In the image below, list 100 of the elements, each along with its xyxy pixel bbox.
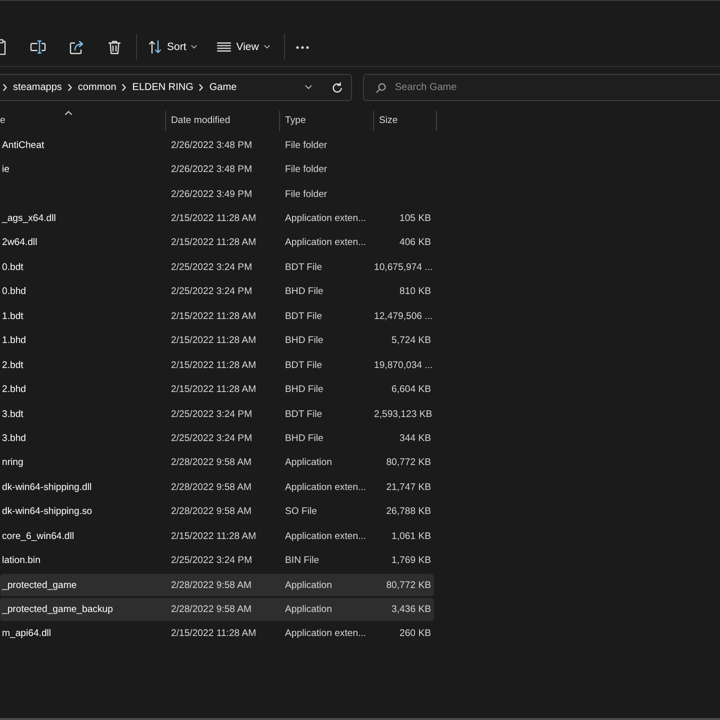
chevron-down-icon (191, 45, 198, 49)
refresh-icon (332, 82, 342, 94)
file-row[interactable]: AntiCheat 2/26/2022 3:48 PM File folder (0, 134, 434, 156)
column-header[interactable]: Date modified (166, 110, 280, 130)
more-icon (296, 46, 310, 48)
file-row[interactable]: 1.bdt 2/15/2022 11:28 AM BDT File 12,479,506 ... (0, 305, 434, 328)
file-name: 3.bdt (1, 408, 24, 420)
breadcrumb[interactable]: steamapps (13, 78, 62, 98)
file-name: _ags_x64.dll (0, 213, 57, 224)
file-size-cell-text: 260 KB (398, 628, 432, 640)
search-field[interactable]: Search Game (363, 74, 720, 101)
file-type-cell-text: BHD File (284, 432, 324, 444)
file-row[interactable]: dk-win64-shipping.so 2/28/2022 9:58 AM SO File 26,788 KB (0, 500, 434, 523)
file-type-cell-text: Application exten... (284, 530, 368, 542)
file-row[interactable]: 2w64.dll 2/15/2022 11:28 AM Application exten... 406 KB (0, 232, 434, 254)
file-name: dk-win64-shipping.so (1, 506, 94, 518)
chevron-down-icon (264, 45, 270, 49)
file-name: 2.bhd (1, 384, 28, 396)
file-type-cell-text: Application exten... (284, 237, 368, 248)
date-modified-cell-text: 2/15/2022 11:28 AM (170, 310, 258, 322)
chevron-down-icon (304, 85, 312, 90)
date-modified-cell-text: 2/25/2022 3:24 PM (170, 432, 254, 444)
file-type-cell-text: BHD File (284, 286, 324, 298)
file-type-cell-text: File folder (284, 188, 328, 200)
file-size-cell-text: 105 KB (398, 213, 432, 224)
file-row[interactable]: dk-win64-shipping.dll 2/28/2022 9:58 AM Application exten... 21,747 KB (0, 476, 434, 499)
trash-icon (108, 40, 120, 54)
file-size-cell-text: 3,436 KB (390, 604, 432, 616)
column-header[interactable]: Size (374, 110, 437, 130)
view-button[interactable]: View (210, 31, 277, 63)
file-type-cell-text: Application (284, 580, 333, 591)
file-size-cell-text: 5,724 KB (390, 335, 432, 346)
file-row[interactable]: core_6_win64.dll 2/15/2022 11:28 AM Application exten... 1,061 KB (0, 525, 434, 548)
date-modified-cell-text: 2/15/2022 11:28 AM (170, 237, 258, 248)
file-name: 1.bhd (1, 335, 28, 346)
chevron-right-icon (122, 84, 126, 91)
file-type-cell-text: File folder (284, 140, 328, 151)
date-modified-cell-text: 2/28/2022 9:58 AM (170, 604, 253, 616)
file-row[interactable]: m_api64.dll 2/15/2022 11:28 AM Application exten... 260 KB (0, 622, 434, 646)
file-name: 1.bdt (1, 310, 24, 322)
date-modified-cell-text: 2/15/2022 11:28 AM (170, 360, 258, 371)
chevron-right-icon (199, 84, 204, 91)
file-size-cell-text: 344 KB (398, 432, 432, 444)
file-name: nring (1, 457, 24, 468)
search-icon (376, 82, 386, 92)
breadcrumb[interactable]: ELDEN RING (132, 78, 194, 98)
breadcrumb[interactable]: Game (209, 78, 237, 98)
rename-icon (30, 40, 46, 54)
file-row[interactable]: 0.bdt 2/25/2022 3:24 PM BDT File 10,675,974 ... (0, 256, 434, 279)
file-row[interactable]: 1.bhd 2/15/2022 11:28 AM BHD File 5,724 KB (0, 330, 434, 352)
file-type-cell-text: Application (284, 457, 333, 468)
column-header[interactable]: e (0, 110, 166, 130)
date-modified-cell-text: 2/25/2022 3:24 PM (170, 555, 254, 566)
file-type-cell-text: BDT File (284, 360, 324, 371)
file-name: 2w64.dll (1, 237, 38, 248)
date-modified-cell-text: 2/28/2022 9:58 AM (170, 457, 253, 468)
file-row[interactable]: 0.bhd 2/25/2022 3:24 PM BHD File 810 KB (0, 280, 434, 304)
file-size-cell-text: 2,593,123 KB (374, 408, 434, 420)
date-modified-cell-text: 2/26/2022 3:48 PM (170, 140, 254, 151)
file-size-cell-text: 26,788 KB (385, 506, 432, 518)
file-size-cell-text: 1,061 KB (390, 530, 432, 542)
file-row[interactable]: lation.bin 2/25/2022 3:24 PM BIN File 1,769 KB (0, 549, 434, 572)
file-size-cell-text: 6,604 KB (390, 384, 432, 396)
file-name: lation.bin (1, 555, 42, 566)
file-type-cell-text: BDT File (284, 310, 324, 322)
file-type-cell-text: SO File (284, 506, 318, 518)
file-row[interactable]: 3.bdt 2/25/2022 3:24 PM BDT File 2,593,123 KB (0, 402, 434, 426)
file-type-cell-text: BIN File (284, 555, 320, 566)
file-name: m_api64.dll (1, 628, 52, 640)
file-row[interactable]: _protected_game_backup 2/28/2022 9:58 AM Application 3,436 KB (0, 598, 434, 621)
file-row[interactable]: _ags_x64.dll 2/15/2022 11:28 AM Application exten... 105 KB (0, 207, 434, 230)
file-row[interactable]: 3.bhd 2/25/2022 3:24 PM BHD File 344 KB (0, 427, 434, 450)
file-row[interactable]: 2.bhd 2/15/2022 11:28 AM BHD File 6,604 KB (0, 378, 434, 401)
sort-icon (148, 40, 162, 54)
address-bar[interactable]: steamapps common ELDEN RING Game (0, 74, 352, 101)
file-name: 0.bhd (1, 286, 28, 298)
file-type-cell-text: BHD File (284, 384, 324, 396)
breadcrumb[interactable]: common (78, 78, 116, 98)
file-size-cell: 10,675,974 ... (374, 262, 434, 273)
date-modified-cell-text: 2/15/2022 11:28 AM (170, 628, 258, 640)
date-modified-cell-text: 2/26/2022 3:49 PM (170, 188, 254, 200)
file-type-cell-text: Application (284, 604, 333, 616)
file-name: core_6_win64.dll (1, 530, 75, 542)
file-type-cell-text: File folder (284, 164, 328, 176)
file-size-cell-text: 406 KB (398, 237, 432, 248)
file-row[interactable]: 2/26/2022 3:49 PM File folder (0, 182, 434, 206)
file-name: AntiCheat (1, 140, 46, 151)
file-name: _protected_game (0, 580, 78, 591)
column-header[interactable]: Type (280, 110, 374, 130)
share-icon (68, 40, 84, 54)
sort-button[interactable]: Sort (141, 31, 204, 63)
file-row[interactable]: ie 2/26/2022 3:48 PM File folder (0, 158, 434, 181)
date-modified-cell-text: 2/25/2022 3:24 PM (170, 408, 254, 420)
file-size-cell-text: 21,747 KB (385, 482, 432, 493)
file-row[interactable]: 2.bdt 2/15/2022 11:28 AM BDT File 19,870,034 ... (0, 354, 434, 376)
file-row[interactable]: _protected_game 2/28/2022 9:58 AM Application 80,772 KB (0, 574, 434, 596)
file-row[interactable]: nring 2/28/2022 9:58 AM Application 80,772 KB (0, 452, 434, 474)
chevron-right-icon (68, 84, 72, 91)
date-modified-cell-text: 2/15/2022 11:28 AM (170, 384, 258, 396)
file-size-cell: 12,479,506 ... (374, 310, 434, 322)
